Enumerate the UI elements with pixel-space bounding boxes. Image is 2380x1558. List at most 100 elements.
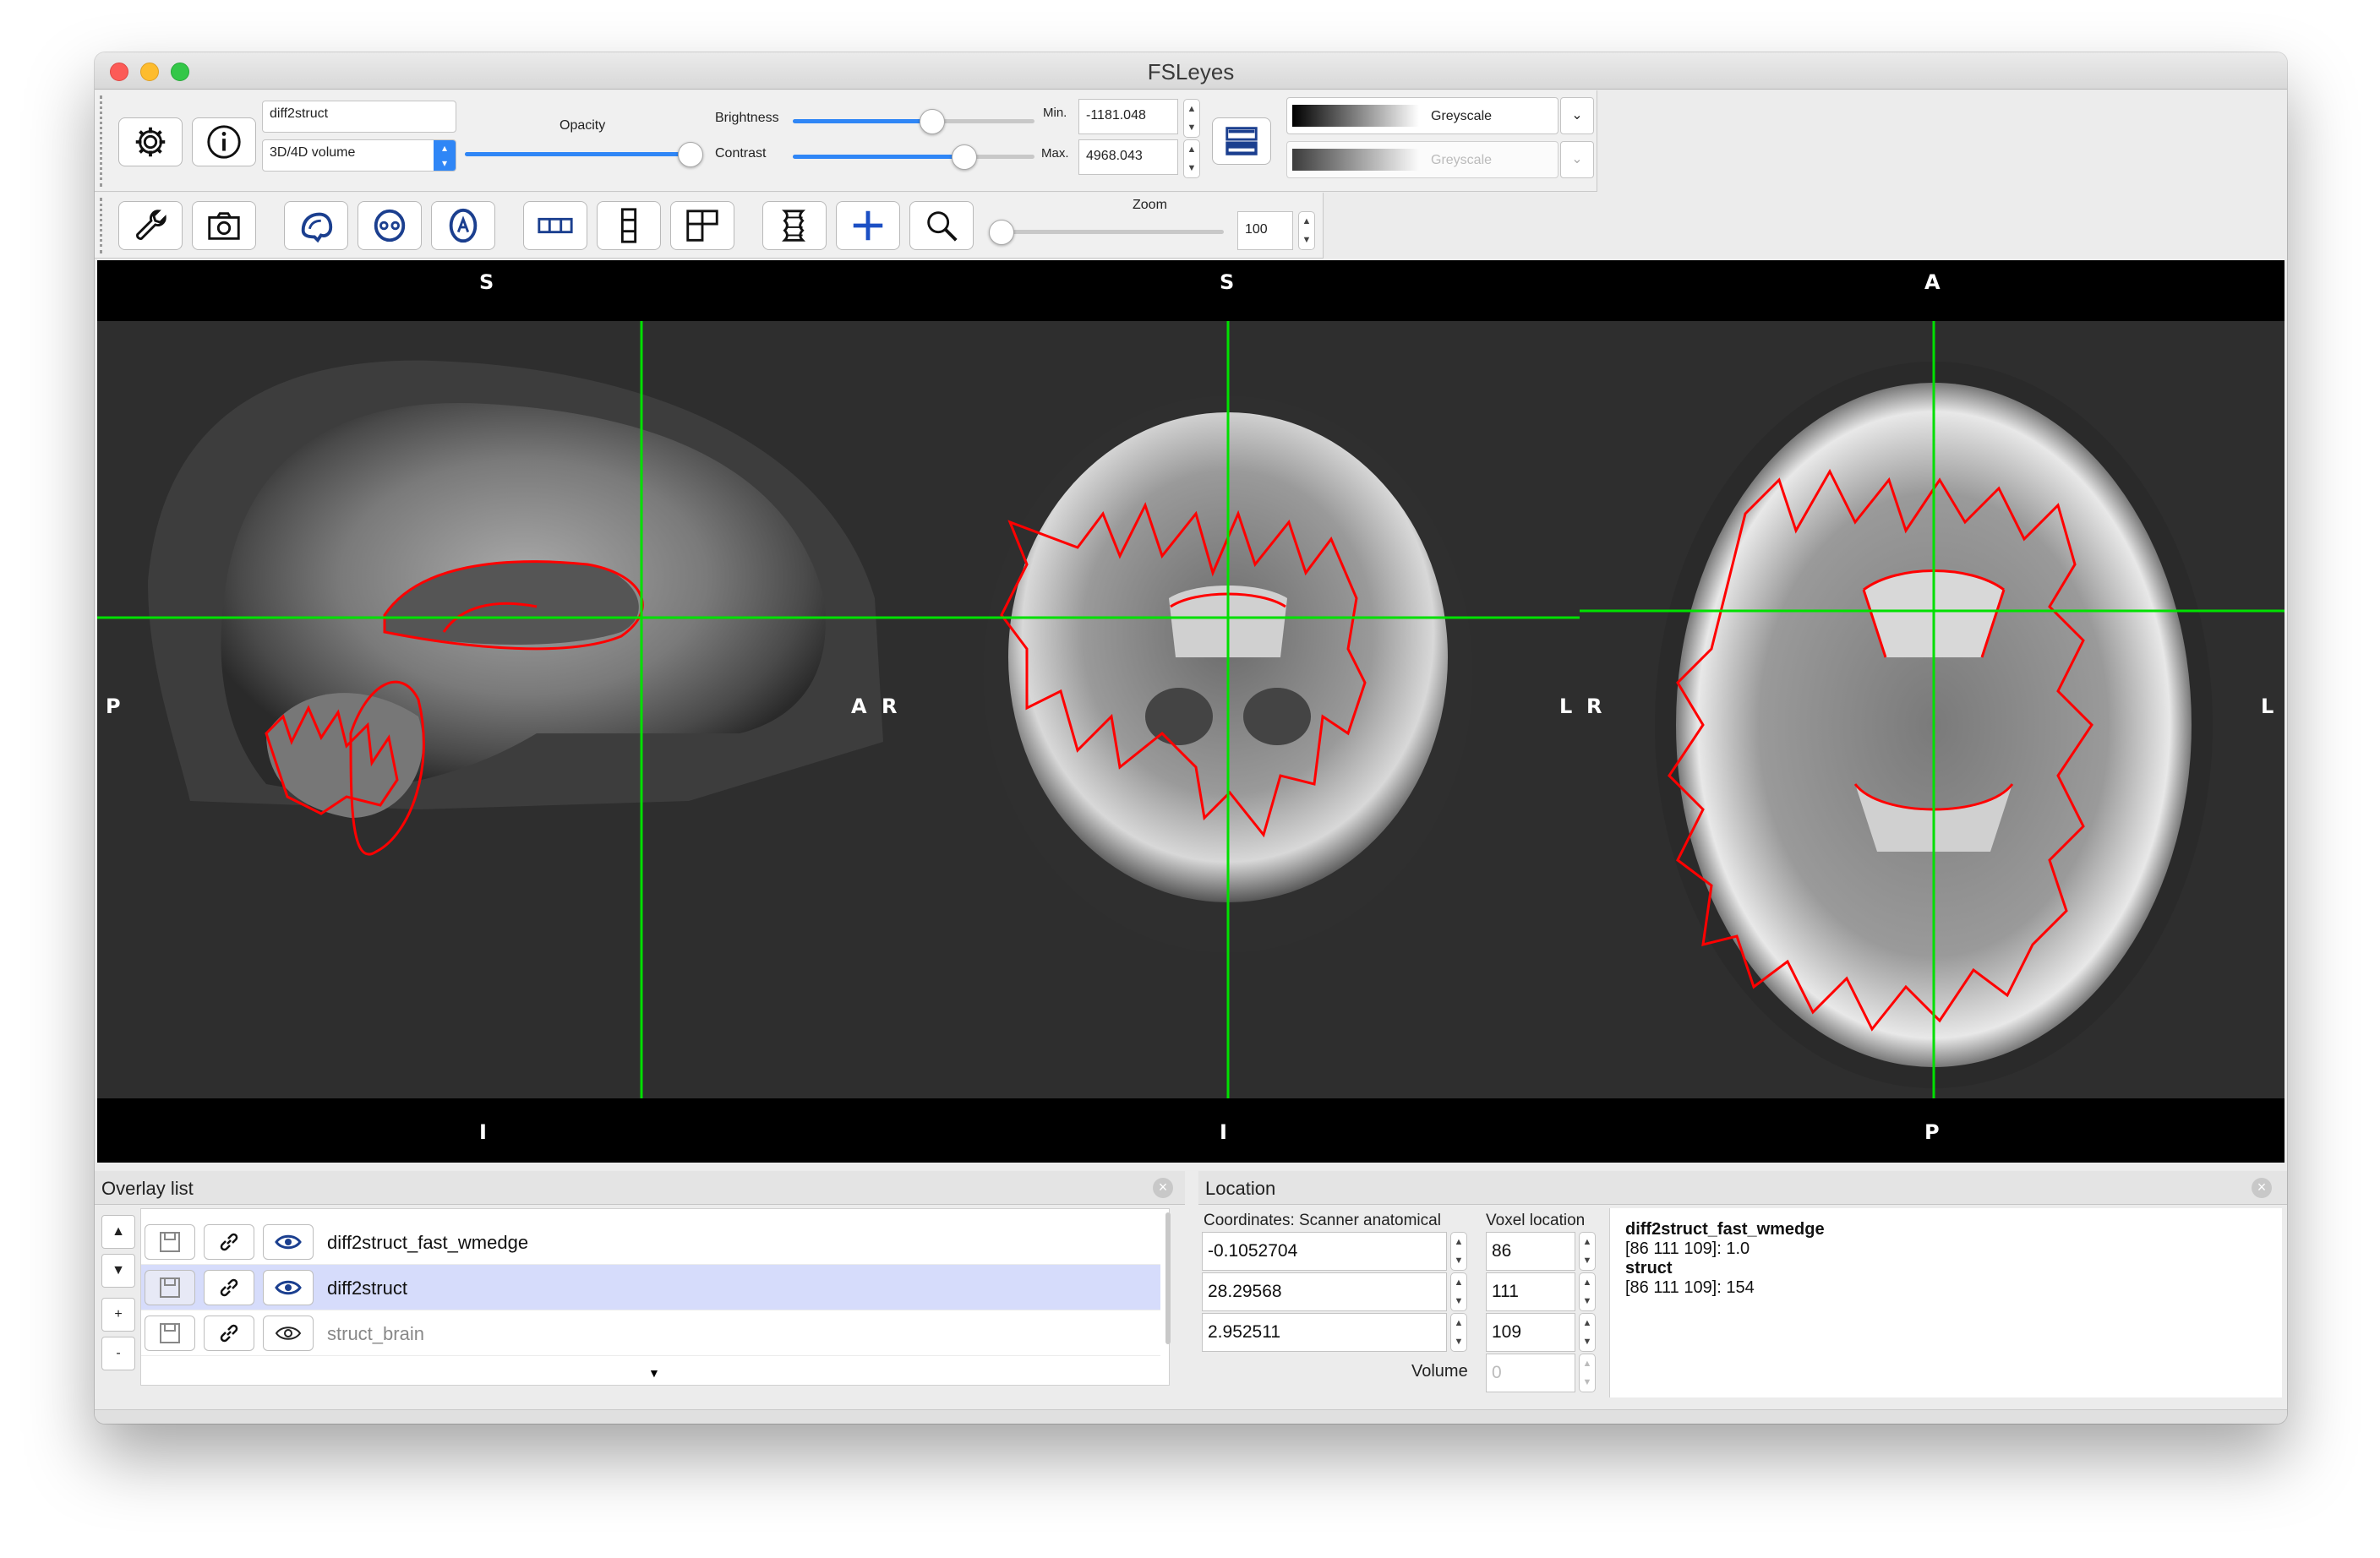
colormap-select[interactable]: Greyscale xyxy=(1286,97,1558,134)
volume-field[interactable]: 0 xyxy=(1486,1354,1575,1392)
toggle-sagittal-button[interactable] xyxy=(284,201,348,250)
grid-layout-button[interactable] xyxy=(670,201,734,250)
contrast-slider-knob[interactable] xyxy=(952,144,977,170)
coordinate-z-spinner[interactable]: ▲ ▼ xyxy=(1450,1313,1467,1352)
spin-up-icon[interactable]: ▲ xyxy=(1302,216,1312,226)
greyscale-swatch xyxy=(1292,105,1419,127)
save-overlay-button[interactable] xyxy=(145,1224,195,1260)
spin-down-icon[interactable]: ▼ xyxy=(1583,1296,1592,1306)
brightness-slider[interactable] xyxy=(793,119,1034,123)
opacity-slider-knob[interactable] xyxy=(678,142,703,167)
toggle-coronal-button[interactable] xyxy=(358,201,422,250)
min-spinner[interactable]: ▲ ▼ xyxy=(1183,99,1200,138)
gear-icon xyxy=(135,127,166,157)
settings-button[interactable] xyxy=(118,117,183,166)
move-down-button[interactable]: ▼ xyxy=(101,1254,135,1288)
list-item-selected[interactable]: diff2struct xyxy=(141,1265,1160,1310)
list-item[interactable]: struct_brain xyxy=(141,1310,1160,1356)
save-overlay-button[interactable] xyxy=(145,1316,195,1351)
spin-up-icon[interactable]: ▲ xyxy=(1455,1318,1464,1328)
visibility-toggle[interactable] xyxy=(263,1316,314,1351)
overlay-name-field[interactable]: diff2struct xyxy=(262,101,456,133)
spin-down-icon[interactable]: ▼ xyxy=(1455,1296,1464,1306)
horizontal-layout-icon xyxy=(538,217,573,234)
zoom-field[interactable]: 100 xyxy=(1237,211,1293,250)
voxel-z-field[interactable]: 109 xyxy=(1486,1313,1575,1352)
coordinate-z-field[interactable]: 2.952511 xyxy=(1202,1313,1447,1352)
colormap-dropdown[interactable]: ⌄ xyxy=(1560,97,1594,134)
toggle-axial-button[interactable] xyxy=(431,201,495,250)
spin-up-icon[interactable]: ▲ xyxy=(1187,104,1197,114)
link-overlay-button[interactable] xyxy=(204,1316,254,1351)
spin-up-icon[interactable]: ▲ xyxy=(1187,144,1197,155)
spin-up-icon[interactable]: ▲ xyxy=(1455,1237,1464,1247)
brightness-slider-knob[interactable] xyxy=(920,109,945,134)
negative-colormap-select[interactable]: Greyscale xyxy=(1286,141,1558,178)
spin-up-icon[interactable]: ▲ xyxy=(1583,1237,1592,1247)
status-bar xyxy=(95,1409,2287,1424)
movie-mode-button[interactable] xyxy=(762,201,827,250)
invert-colormap-button[interactable] xyxy=(1212,117,1271,165)
spin-up-icon[interactable]: ▲ xyxy=(1583,1359,1592,1369)
colormap-value: Greyscale xyxy=(1431,109,1493,123)
close-panel-icon[interactable]: × xyxy=(2252,1178,2272,1198)
toolbar-grip[interactable] xyxy=(100,198,105,253)
spin-down-icon[interactable]: ▼ xyxy=(1302,235,1312,245)
spin-down-icon[interactable]: ▼ xyxy=(1187,163,1197,173)
zoom-button[interactable] xyxy=(909,201,974,250)
spin-down-icon[interactable]: ▼ xyxy=(1583,1377,1592,1387)
overlay-type-select[interactable]: 3D/4D volume ▴ ▾ xyxy=(262,139,456,172)
ortho-view-canvas[interactable]: S I P A S I R L A P R L xyxy=(97,260,2284,1163)
spin-down-icon[interactable]: ▼ xyxy=(1455,1337,1464,1347)
horizontal-layout-button[interactable] xyxy=(523,201,587,250)
spin-down-icon[interactable]: ▼ xyxy=(1583,1337,1592,1347)
move-up-button[interactable]: ▲ xyxy=(101,1215,135,1249)
info-button[interactable] xyxy=(192,117,256,166)
visibility-toggle[interactable] xyxy=(263,1224,314,1260)
save-overlay-button[interactable] xyxy=(145,1270,195,1305)
crosshair-icon xyxy=(853,210,883,241)
negative-colormap-dropdown[interactable]: ⌄ xyxy=(1560,141,1594,178)
spin-down-icon[interactable]: ▼ xyxy=(1187,123,1197,133)
link-overlay-button[interactable] xyxy=(204,1270,254,1305)
close-panel-icon[interactable]: × xyxy=(1153,1178,1173,1198)
vertical-layout-button[interactable] xyxy=(597,201,661,250)
screenshot-button[interactable] xyxy=(192,201,256,250)
voxel-x-spinner[interactable]: ▲ ▼ xyxy=(1579,1232,1596,1271)
scrollbar[interactable] xyxy=(1165,1212,1171,1344)
add-overlay-button[interactable]: + xyxy=(101,1298,135,1332)
list-item[interactable]: diff2struct_fast_wmedge xyxy=(141,1219,1160,1265)
scroll-down-arrow[interactable]: ▼ xyxy=(648,1366,660,1380)
remove-overlay-button[interactable]: - xyxy=(101,1337,135,1370)
link-icon xyxy=(220,1278,238,1297)
min-field[interactable]: -1181.048 xyxy=(1078,99,1178,134)
voxel-y-spinner[interactable]: ▲ ▼ xyxy=(1579,1272,1596,1311)
spin-down-icon[interactable]: ▼ xyxy=(1583,1256,1592,1266)
toolbar-grip[interactable] xyxy=(100,95,105,187)
zoom-slider-knob[interactable] xyxy=(989,220,1014,245)
opacity-slider[interactable] xyxy=(465,152,695,156)
voxel-x-field[interactable]: 86 xyxy=(1486,1232,1575,1271)
coordinate-x-field[interactable]: -0.1052704 xyxy=(1202,1232,1447,1271)
coronal-top-label: S xyxy=(1220,270,1235,294)
ortho-svg[interactable] xyxy=(97,260,2284,1163)
max-spinner[interactable]: ▲ ▼ xyxy=(1183,139,1200,178)
voxel-y-field[interactable]: 111 xyxy=(1486,1272,1575,1311)
link-overlay-button[interactable] xyxy=(204,1224,254,1260)
volume-spinner[interactable]: ▲ ▼ xyxy=(1579,1354,1596,1392)
coordinate-x-spinner[interactable]: ▲ ▼ xyxy=(1450,1232,1467,1271)
coordinate-y-spinner[interactable]: ▲ ▼ xyxy=(1450,1272,1467,1311)
zoom-slider[interactable] xyxy=(992,230,1224,234)
max-field[interactable]: 4968.043 xyxy=(1078,139,1178,175)
contrast-slider[interactable] xyxy=(793,155,1034,159)
visibility-toggle[interactable] xyxy=(263,1270,314,1305)
view-settings-button[interactable] xyxy=(118,201,183,250)
spin-up-icon[interactable]: ▲ xyxy=(1455,1277,1464,1288)
coordinate-y-field[interactable]: 28.29568 xyxy=(1202,1272,1447,1311)
voxel-z-spinner[interactable]: ▲ ▼ xyxy=(1579,1313,1596,1352)
zoom-spinner[interactable]: ▲ ▼ xyxy=(1298,211,1315,250)
spin-down-icon[interactable]: ▼ xyxy=(1455,1256,1464,1266)
toggle-cursor-button[interactable] xyxy=(836,201,900,250)
spin-up-icon[interactable]: ▲ xyxy=(1583,1277,1592,1288)
spin-up-icon[interactable]: ▲ xyxy=(1583,1318,1592,1328)
